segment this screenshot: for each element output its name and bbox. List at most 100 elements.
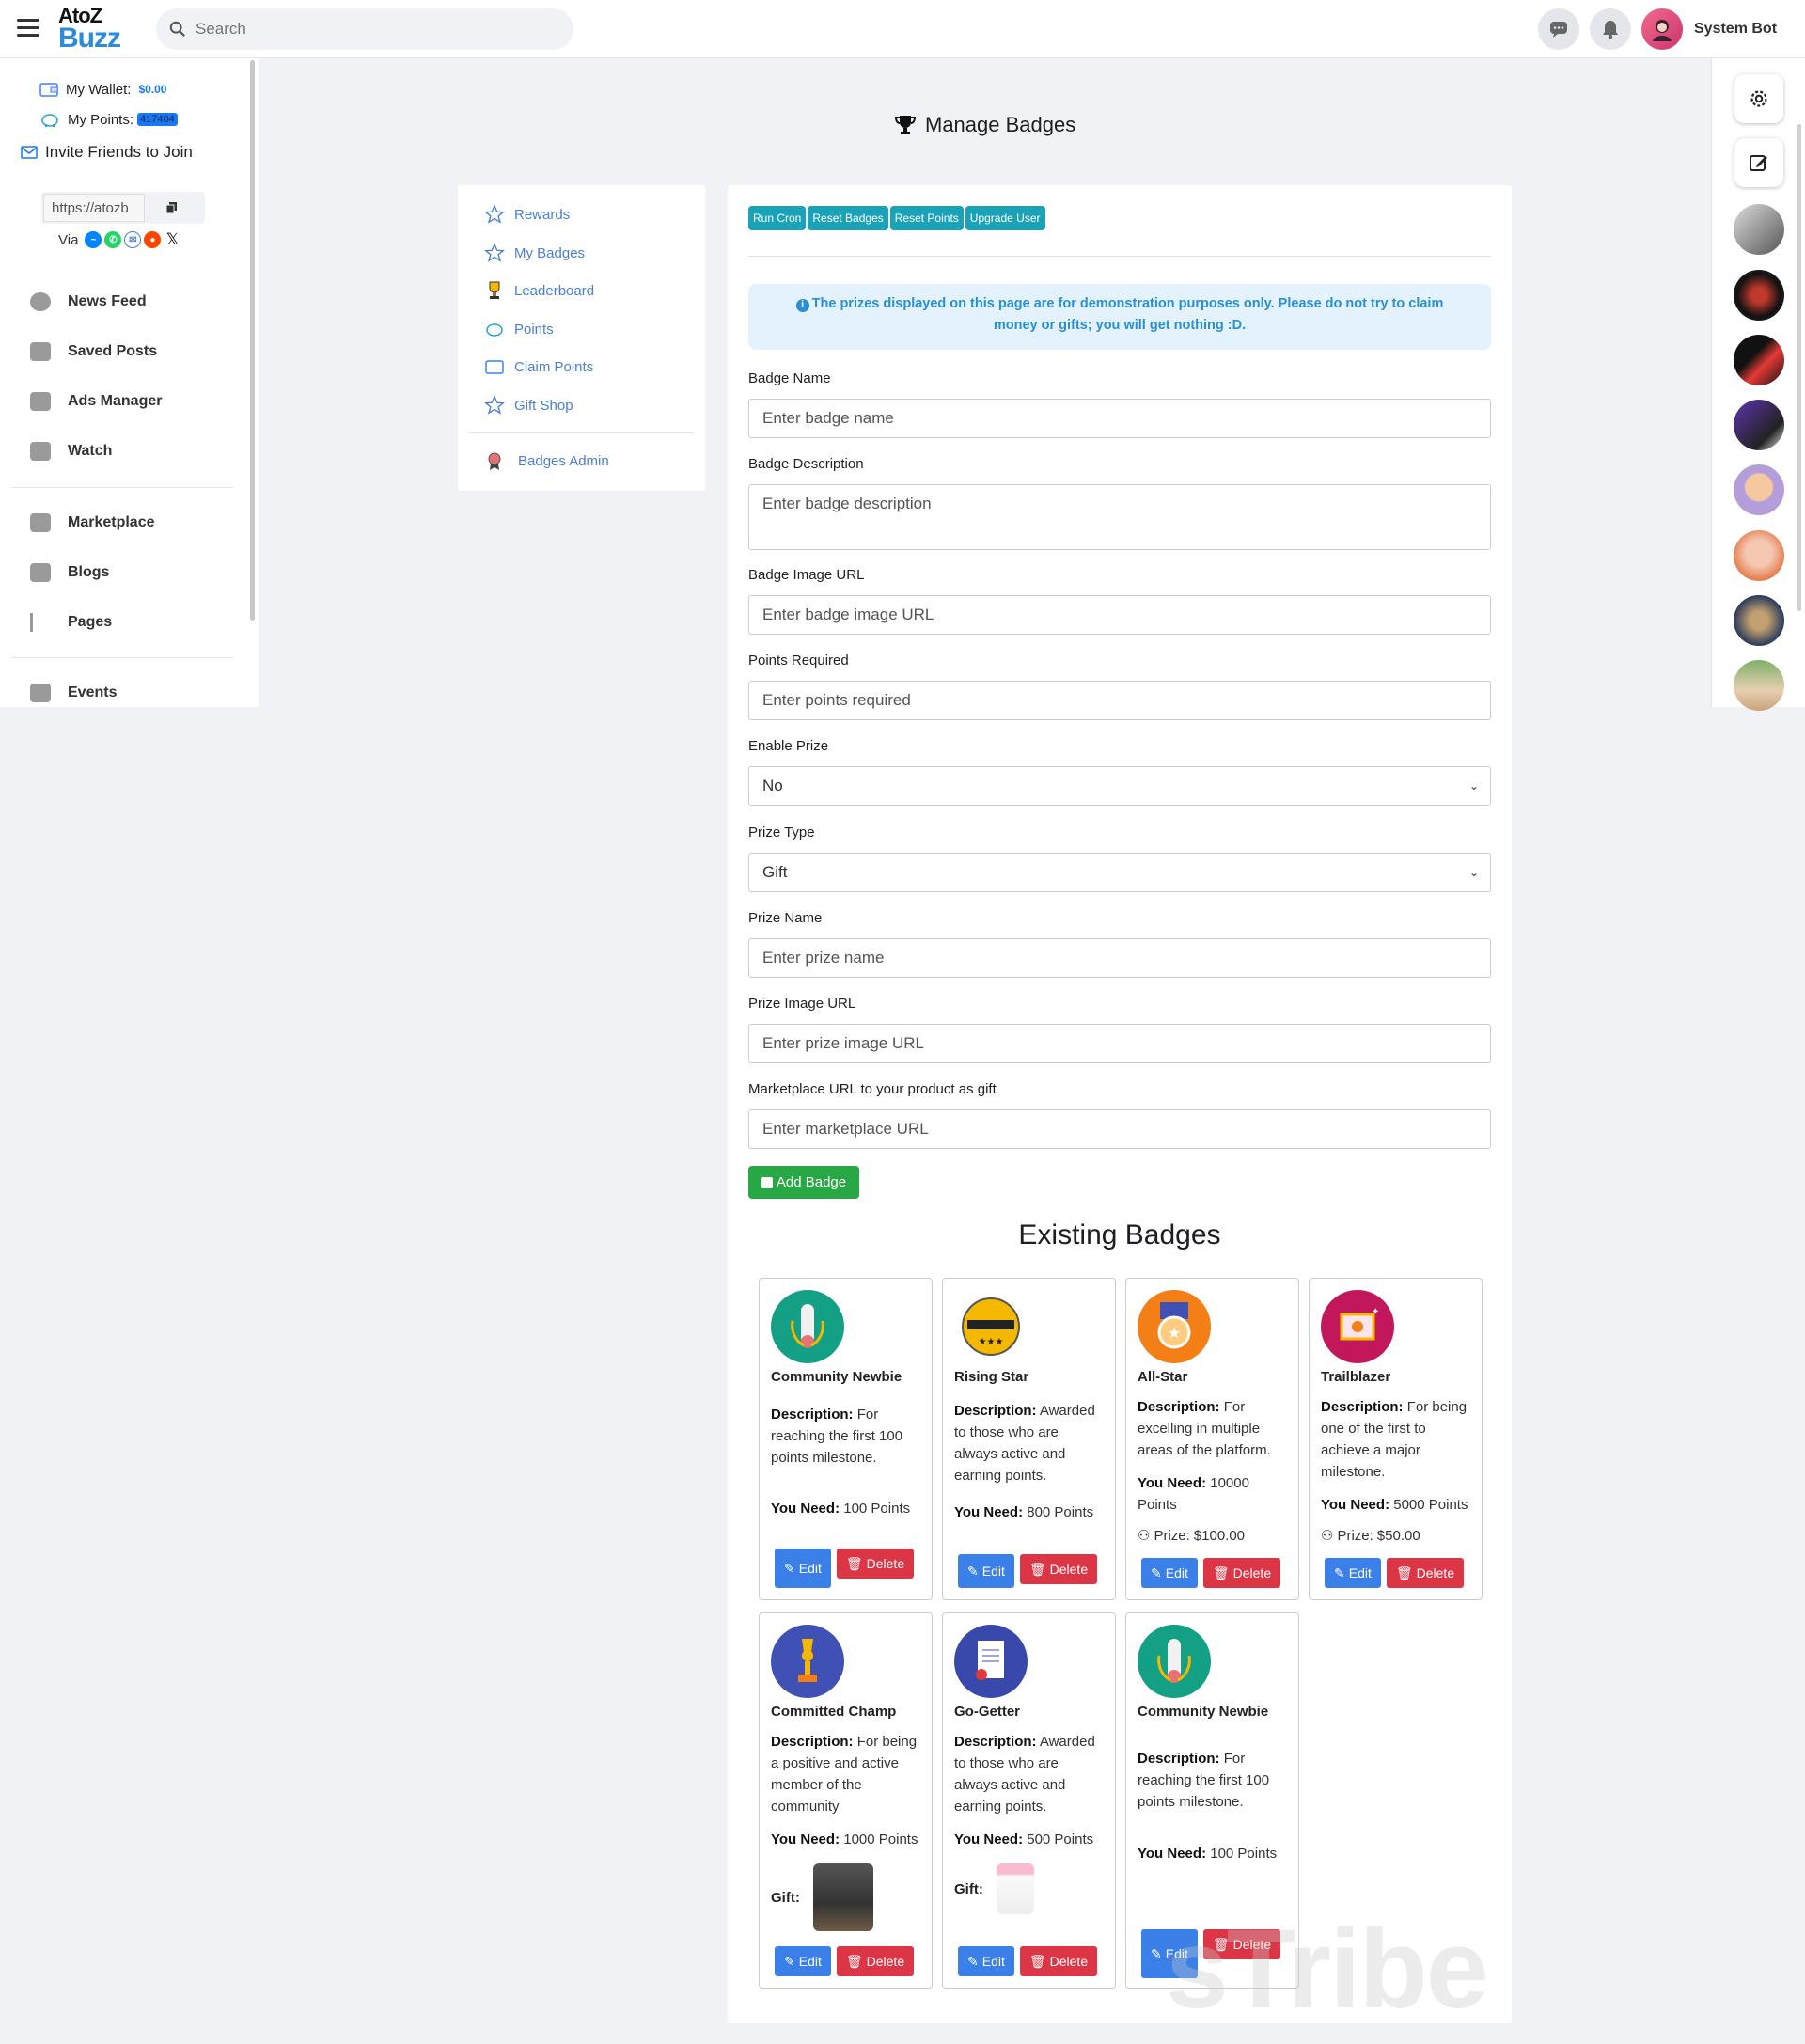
menu-item-gift-shop[interactable]: Gift Shop — [484, 395, 573, 416]
badge-requirement: You Need: 500 Points — [954, 1829, 1104, 1850]
edit-button[interactable]: ✎ Edit — [958, 1946, 1014, 1976]
copy-icon[interactable] — [165, 201, 179, 214]
delete-button[interactable]: 🗑 Delete — [836, 1549, 915, 1579]
edit-button[interactable]: ✎ Edit — [1141, 1558, 1198, 1588]
edit-icon — [1750, 155, 1767, 171]
contact-avatar[interactable] — [1734, 270, 1784, 321]
menu-item-label: Rewards — [514, 206, 571, 223]
search-icon — [169, 21, 185, 37]
gift-label: Gift: — [954, 1880, 983, 1897]
x-twitter-icon[interactable]: 𝕏 — [164, 230, 181, 248]
prize-type-select[interactable]: Gift ⌄ — [748, 853, 1491, 892]
reset-points-button[interactable]: Reset Points — [889, 206, 964, 230]
sidebar-item-blogs[interactable]: Blogs — [30, 558, 109, 587]
menu-item-label: My Badges — [514, 244, 586, 261]
contact-avatar[interactable] — [1734, 464, 1784, 515]
desc-label: Description: — [1321, 1399, 1404, 1415]
messages-button[interactable] — [1538, 8, 1579, 50]
site-logo[interactable]: AtoZ Buzz — [58, 6, 135, 53]
right-scrollbar[interactable] — [1797, 124, 1801, 611]
backpack-gift-image — [812, 1863, 873, 1931]
scroll-icon — [791, 1304, 824, 1348]
user-menu[interactable]: System Bot — [1641, 7, 1777, 52]
reddit-icon[interactable]: ● — [144, 231, 162, 248]
badge-description-input[interactable]: Enter badge description — [748, 484, 1491, 550]
badge-image-input[interactable]: Enter badge image URL — [748, 595, 1491, 635]
badge-actions: ✎ Edit 🗑 Delete — [775, 1946, 915, 1976]
points-row[interactable]: My Points: 417404 — [39, 111, 178, 128]
top-bar: AtoZ Buzz System Bot — [0, 0, 1805, 58]
need-label: You Need: — [1138, 1475, 1207, 1491]
sidebar-item-watch[interactable]: Watch — [30, 437, 112, 465]
sidebar-item-ads-manager[interactable]: Ads Manager — [30, 387, 162, 416]
wallet-row[interactable]: My Wallet: $0.00 — [39, 81, 166, 98]
run-cron-button[interactable]: Run Cron — [748, 206, 807, 230]
whatsapp-icon[interactable]: ✆ — [104, 231, 122, 248]
search-bar[interactable] — [156, 8, 573, 50]
referral-link-field[interactable] — [43, 194, 145, 222]
compose-button[interactable] — [1734, 138, 1783, 187]
sidebar-item-saved-posts[interactable]: Saved Posts — [30, 338, 157, 366]
svg-text:★★★: ★★★ — [979, 1337, 1004, 1347]
delete-button[interactable]: 🗑 Delete — [836, 1946, 915, 1976]
delete-button[interactable]: 🗑 Delete — [1202, 1558, 1281, 1588]
menu-item-points[interactable]: Points — [484, 319, 554, 339]
delete-button[interactable]: 🗑 Delete — [1019, 1554, 1098, 1584]
need-value: 100 Points — [843, 1501, 911, 1517]
prize-name-input[interactable]: Enter prize name — [748, 938, 1491, 978]
badge-card: ★★★ Rising Star Description: Awarded to … — [942, 1278, 1116, 1600]
badge-image — [954, 1625, 1028, 1698]
sidebar-scrollbar[interactable] — [250, 60, 255, 621]
sidebar-item-events[interactable]: Events — [30, 679, 117, 707]
notifications-button[interactable] — [1590, 8, 1631, 50]
upgrade-user-button[interactable]: Upgrade User — [965, 206, 1045, 230]
sidebar-item-news-feed[interactable]: News Feed — [30, 288, 147, 316]
medal-icon — [484, 450, 505, 471]
contact-avatar[interactable] — [1734, 204, 1784, 255]
menu-item-rewards[interactable]: Rewards — [484, 204, 570, 225]
settings-button[interactable] — [1734, 74, 1783, 123]
badge-name: Community Newbie — [1138, 1704, 1269, 1720]
edit-button[interactable]: ✎ Edit — [1325, 1558, 1381, 1588]
menu-item-label: Gift Shop — [514, 397, 573, 414]
menu-item-claim-points[interactable]: Claim Points — [484, 356, 593, 377]
edit-button[interactable]: ✎ Edit — [775, 1549, 831, 1588]
marketplace-url-input[interactable]: Enter marketplace URL — [748, 1109, 1491, 1149]
contact-avatar[interactable] — [1734, 335, 1784, 385]
reset-badges-button[interactable]: Reset Badges — [808, 206, 888, 230]
wallet-icon — [39, 83, 58, 97]
email-share-icon[interactable]: ✉ — [124, 231, 142, 248]
delete-button[interactable]: 🗑 Delete — [1019, 1946, 1098, 1976]
enable-prize-select[interactable]: No ⌄ — [748, 766, 1491, 806]
star-icon — [484, 204, 505, 225]
search-input[interactable] — [196, 20, 553, 39]
prize-type-value: Gift — [762, 863, 788, 881]
need-label: You Need: — [771, 1501, 840, 1517]
prize-image-input[interactable]: Enter prize image URL — [748, 1024, 1491, 1063]
points-required-input[interactable]: Enter points required — [748, 681, 1491, 720]
demo-alert: i The prizes displayed on this page are f… — [748, 284, 1491, 350]
contact-avatar[interactable] — [1734, 660, 1784, 711]
badge-image — [771, 1290, 844, 1363]
tumbler-gift-image — [996, 1863, 1034, 1914]
prize-value: $100.00 — [1193, 1527, 1246, 1544]
menu-item-badges-admin[interactable]: Badges Admin — [484, 450, 609, 471]
sidebar-item-marketplace[interactable]: Marketplace — [30, 509, 155, 537]
contact-avatar[interactable] — [1734, 595, 1784, 646]
contact-avatar[interactable] — [1734, 400, 1784, 450]
badge-name-input[interactable]: Enter badge name — [748, 399, 1491, 438]
messenger-icon[interactable]: ~ — [85, 231, 102, 248]
delete-button[interactable]: 🗑 Delete — [1386, 1558, 1465, 1588]
menu-item-leaderboard[interactable]: Leaderboard — [484, 280, 594, 301]
edit-button[interactable]: ✎ Edit — [958, 1554, 1014, 1588]
page-title-text: Manage Badges — [925, 113, 1076, 136]
badge-actions: ✎ Edit 🗑 Delete — [775, 1549, 915, 1588]
invite-friends-link[interactable]: Invite Friends to Join — [21, 143, 193, 162]
sidebar-item-pages[interactable]: Pages — [30, 608, 112, 637]
add-badge-button[interactable]: Add Badge — [748, 1166, 859, 1199]
menu-item-my-badges[interactable]: My Badges — [484, 243, 585, 263]
badge-name: Rising Star — [954, 1369, 1029, 1385]
contact-avatar[interactable] — [1734, 530, 1784, 581]
edit-button[interactable]: ✎ Edit — [775, 1946, 831, 1976]
menu-icon[interactable] — [17, 19, 39, 38]
